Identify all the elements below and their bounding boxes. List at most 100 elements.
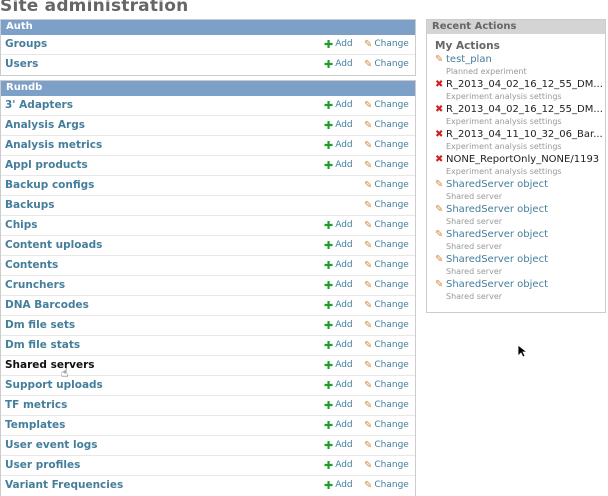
add-link[interactable]: ✚ Add xyxy=(324,438,353,452)
model-link-chips[interactable]: Chips xyxy=(5,219,38,231)
model-link-tf-metrics[interactable]: TF metrics xyxy=(5,399,67,411)
change-link[interactable]: ✎ Change xyxy=(364,280,409,290)
plus-icon: ✚ xyxy=(324,298,334,312)
plus-icon: ✚ xyxy=(324,238,334,252)
recent-action-title[interactable]: SharedServer object xyxy=(446,179,548,190)
change-link[interactable]: ✎ Change xyxy=(364,360,409,370)
model-row-backups: Backups ✎ Change xyxy=(1,196,415,216)
model-link-analysis-metrics[interactable]: Analysis metrics xyxy=(5,139,102,151)
add-link[interactable]: ✚ Add xyxy=(324,360,353,371)
change-label: Change xyxy=(374,260,409,270)
change-link[interactable]: ✎ Change xyxy=(364,220,409,230)
model-row-dm-file-stats: Dm file stats ✚ Add ✎ Change xyxy=(1,336,415,356)
model-link-user-profiles[interactable]: User profiles xyxy=(5,459,80,471)
add-link[interactable]: ✚ Add xyxy=(324,340,353,351)
change-link[interactable]: ✎ Change xyxy=(364,440,409,450)
add-label: Add xyxy=(335,420,353,430)
change-link[interactable]: ✎ Change xyxy=(364,59,409,69)
model-link-users[interactable]: Users xyxy=(5,58,38,70)
model-link-shared-servers[interactable]: Shared servers xyxy=(5,359,95,371)
add-link[interactable]: ✚ Add xyxy=(324,460,353,471)
pencil-icon: ✎ xyxy=(364,419,373,431)
pencil-icon: ✎ xyxy=(435,254,444,265)
model-link-crunchers[interactable]: Crunchers xyxy=(5,279,65,291)
change-link[interactable]: ✎ Change xyxy=(364,100,409,110)
change-link[interactable]: ✎ Change xyxy=(364,480,409,490)
model-link-3-adapters[interactable]: 3' Adapters xyxy=(5,99,73,111)
change-link[interactable]: ✎ Change xyxy=(364,120,409,130)
add-link[interactable]: ✚ Add xyxy=(324,98,353,112)
recent-action-title[interactable]: SharedServer object xyxy=(446,254,548,265)
model-link-appl-products[interactable]: Appl products xyxy=(5,159,88,171)
recent-action-title[interactable]: SharedServer object xyxy=(446,204,548,215)
add-link[interactable]: ✚ Add xyxy=(324,400,353,411)
delete-icon: ✖ xyxy=(435,104,444,115)
add-link[interactable]: ✚ Add xyxy=(324,220,353,231)
recent-action-item: ✖ R_2013_04_11_10_32_06_Bar... Experiment … xyxy=(435,129,605,154)
add-link[interactable]: ✚ Add xyxy=(324,140,353,151)
change-link[interactable]: ✎ Change xyxy=(364,180,409,190)
delete-icon: ✖ xyxy=(435,154,444,165)
change-link[interactable]: ✎ Change xyxy=(364,240,409,250)
add-label: Add xyxy=(335,320,353,330)
plus-icon: ✚ xyxy=(324,278,334,292)
add-link[interactable]: ✚ Add xyxy=(324,418,353,432)
plus-icon: ✚ xyxy=(324,98,334,112)
add-link[interactable]: ✚ Add xyxy=(324,278,353,292)
model-link-analysis-args[interactable]: Analysis Args xyxy=(5,119,85,131)
change-link[interactable]: ✎ Change xyxy=(364,160,409,170)
model-link-dm-file-sets[interactable]: Dm file sets xyxy=(5,319,75,331)
model-link-templates[interactable]: Templates xyxy=(5,419,65,431)
recent-action-type: Shared server xyxy=(446,267,503,276)
pencil-icon: ✎ xyxy=(364,99,373,111)
add-link[interactable]: ✚ Add xyxy=(324,120,353,131)
model-link-dna-barcodes[interactable]: DNA Barcodes xyxy=(5,299,89,311)
recent-action-title[interactable]: test_plan xyxy=(446,54,492,65)
pencil-icon: ✎ xyxy=(364,199,373,211)
recent-action-type: Experiment analysis settings xyxy=(446,142,562,151)
add-link[interactable]: ✚ Add xyxy=(324,320,353,331)
recent-action-type: Shared server xyxy=(446,242,503,251)
add-link[interactable]: ✚ Add xyxy=(324,298,353,312)
model-link-variant-frequencies[interactable]: Variant Frequencies xyxy=(5,479,123,491)
pencil-icon: ✎ xyxy=(364,119,373,131)
model-link-contents[interactable]: Contents xyxy=(5,259,58,271)
model-link-content-uploads[interactable]: Content uploads xyxy=(5,239,102,251)
add-link[interactable]: ✚ Add xyxy=(324,260,353,271)
model-link-groups[interactable]: Groups xyxy=(5,38,47,50)
plus-icon: ✚ xyxy=(324,438,334,452)
add-link[interactable]: ✚ Add xyxy=(324,160,353,171)
recent-action-title[interactable]: SharedServer object xyxy=(446,229,548,240)
change-link[interactable]: ✎ Change xyxy=(364,260,409,270)
model-link-dm-file-stats[interactable]: Dm file stats xyxy=(5,339,80,351)
add-link[interactable]: ✚ Add xyxy=(324,59,353,70)
change-link[interactable]: ✎ Change xyxy=(364,300,409,310)
model-link-support-uploads[interactable]: Support uploads xyxy=(5,379,103,391)
change-link[interactable]: ✎ Change xyxy=(364,400,409,410)
model-link-backups[interactable]: Backups xyxy=(5,199,55,211)
change-link[interactable]: ✎ Change xyxy=(364,39,409,49)
add-link[interactable]: ✚ Add xyxy=(324,39,353,50)
add-label: Add xyxy=(335,380,353,390)
model-row-analysis-metrics: Analysis metrics ✚ Add ✎ Change xyxy=(1,136,415,156)
change-link[interactable]: ✎ Change xyxy=(364,200,409,210)
change-link[interactable]: ✎ Change xyxy=(364,320,409,330)
add-link[interactable]: ✚ Add xyxy=(324,478,353,492)
change-link[interactable]: ✎ Change xyxy=(364,340,409,350)
recent-action-title[interactable]: SharedServer object xyxy=(446,279,548,290)
change-link[interactable]: ✎ Change xyxy=(364,140,409,150)
add-label: Add xyxy=(335,480,353,490)
change-link[interactable]: ✎ Change xyxy=(364,380,409,390)
recent-action-type: Planned experiment xyxy=(446,67,527,76)
model-link-user-event-logs[interactable]: User event logs xyxy=(5,439,98,451)
change-link[interactable]: ✎ Change xyxy=(364,420,409,430)
model-link-backup-configs[interactable]: Backup configs xyxy=(5,179,94,191)
change-label: Change xyxy=(374,280,409,290)
plus-icon: ✚ xyxy=(324,418,334,432)
add-link[interactable]: ✚ Add xyxy=(324,238,353,252)
change-label: Change xyxy=(374,440,409,450)
add-link[interactable]: ✚ Add xyxy=(324,380,353,391)
pencil-icon: ✎ xyxy=(364,139,373,151)
change-link[interactable]: ✎ Change xyxy=(364,460,409,470)
plus-icon: ✚ xyxy=(324,478,334,492)
